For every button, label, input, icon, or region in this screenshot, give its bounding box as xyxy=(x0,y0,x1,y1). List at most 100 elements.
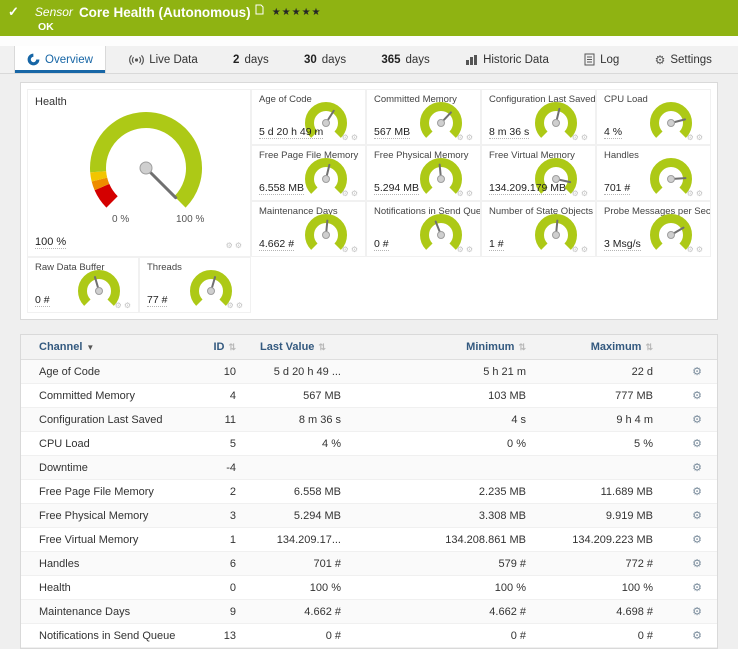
gauge-value[interactable]: 5.294 MB xyxy=(374,182,419,195)
channel-gauge-cell[interactable]: CPU Load 4 % ⚙⚙ xyxy=(596,89,711,145)
gauge-value[interactable]: 701 # xyxy=(604,182,630,195)
gauge-settings-icons[interactable]: ⚙⚙ xyxy=(572,133,590,142)
channel-settings-icon[interactable]: ⚙ xyxy=(692,510,702,522)
channel-gauge-cell[interactable]: Number of State Objects 1 # ⚙⚙ xyxy=(481,201,596,257)
column-header-channel[interactable]: Channel▼ xyxy=(21,335,196,360)
channel-gauge-cell[interactable]: Notifications in Send Queue 0 # ⚙⚙ xyxy=(366,201,481,257)
channel-gauge-cell[interactable]: Committed Memory 567 MB ⚙⚙ xyxy=(366,89,481,145)
channel-table-row[interactable]: Notifications in Send Queue 13 0 # 0 # 0… xyxy=(21,624,717,648)
gauge-settings-icons[interactable]: ⚙⚙ xyxy=(572,245,590,254)
channel-name[interactable]: Free Physical Memory xyxy=(21,504,196,528)
channel-table-row[interactable]: Maintenance Days 9 4.662 # 4.662 # 4.698… xyxy=(21,600,717,624)
gauge-settings-icons[interactable]: ⚙⚙ xyxy=(115,301,133,310)
gauge-settings-icons[interactable]: ⚙⚙ xyxy=(226,241,244,250)
tab-overview[interactable]: Overview xyxy=(14,46,106,73)
channel-settings-icon[interactable]: ⚙ xyxy=(692,366,702,378)
channel-name[interactable]: Committed Memory xyxy=(21,384,196,408)
channel-name[interactable]: Maintenance Days xyxy=(21,600,196,624)
channel-settings-icon[interactable]: ⚙ xyxy=(692,582,702,594)
channel-id: 3 xyxy=(196,504,244,528)
channel-settings-icon[interactable]: ⚙ xyxy=(692,606,702,618)
channel-table-row[interactable]: Free Virtual Memory 1 134.209.17... 134.… xyxy=(21,528,717,552)
channel-settings-icon[interactable]: ⚙ xyxy=(692,558,702,570)
priority-stars[interactable]: ★★★★★ xyxy=(272,7,322,18)
gauge-settings-icons[interactable]: ⚙⚙ xyxy=(457,245,475,254)
tab-30-days[interactable]: 30 days xyxy=(292,46,358,73)
channel-table-row[interactable]: Free Physical Memory 3 5.294 MB 3.308 MB… xyxy=(21,504,717,528)
tab-log[interactable]: Log xyxy=(572,46,631,73)
channel-last-value: 8 m 36 s xyxy=(244,408,349,432)
tab-live-data[interactable]: Live Data xyxy=(117,46,210,73)
column-header-minimum[interactable]: Minimum⇅ xyxy=(349,335,534,360)
gauge-value[interactable]: 0 # xyxy=(374,238,389,251)
column-header-id[interactable]: ID⇅ xyxy=(196,335,244,360)
gauge-settings-icons[interactable]: ⚙⚙ xyxy=(687,133,705,142)
tab-label: Log xyxy=(600,54,619,66)
channel-gauge-cell[interactable]: Free Virtual Memory 134.209.179 MB ⚙⚙ xyxy=(481,145,596,201)
gauge-settings-icons[interactable]: ⚙⚙ xyxy=(572,189,590,198)
tab-365-days[interactable]: 365 days xyxy=(369,46,441,73)
channel-table-row[interactable]: Free Page File Memory 2 6.558 MB 2.235 M… xyxy=(21,480,717,504)
gauge-settings-icons[interactable]: ⚙⚙ xyxy=(687,189,705,198)
channel-table-row[interactable]: Health 0 100 % 100 % 100 % ⚙ xyxy=(21,576,717,600)
channel-table-row[interactable]: Age of Code 10 5 d 20 h 49 ... 5 h 21 m … xyxy=(21,360,717,384)
channel-settings-icon[interactable]: ⚙ xyxy=(692,534,702,546)
gauge-settings-icons[interactable]: ⚙⚙ xyxy=(457,189,475,198)
gauge-value[interactable]: 6.558 MB xyxy=(259,182,304,195)
channel-gauge-cell[interactable]: Handles 701 # ⚙⚙ xyxy=(596,145,711,201)
channel-settings-icon[interactable]: ⚙ xyxy=(692,414,702,426)
tab-historic-data[interactable]: Historic Data xyxy=(453,46,561,73)
channel-name[interactable]: Notifications in Send Queue xyxy=(21,624,196,648)
channel-settings-icon[interactable]: ⚙ xyxy=(692,630,702,642)
gauge-value[interactable]: 1 # xyxy=(489,238,504,251)
tab-label: Live Data xyxy=(149,54,198,66)
channel-table-row[interactable]: CPU Load 5 4 % 0 % 5 % ⚙ xyxy=(21,432,717,456)
channel-name[interactable]: Free Page File Memory xyxy=(21,480,196,504)
channel-table-row[interactable]: Downtime -4 ⚙ xyxy=(21,456,717,480)
health-gauge-cell[interactable]: Health 0 % 100 % 100 % ⚙⚙ xyxy=(27,89,251,257)
channel-settings-icon[interactable]: ⚙ xyxy=(692,462,702,474)
gauge-settings-icons[interactable]: ⚙⚙ xyxy=(687,245,705,254)
channel-gauge-cell[interactable]: Free Page File Memory 6.558 MB ⚙⚙ xyxy=(251,145,366,201)
column-header-maximum[interactable]: Maximum⇅ xyxy=(534,335,677,360)
channel-name[interactable]: Age of Code xyxy=(21,360,196,384)
channel-name[interactable]: Health xyxy=(21,576,196,600)
channel-name[interactable]: Downtime xyxy=(21,456,196,480)
gauge-value[interactable]: 8 m 36 s xyxy=(489,126,529,139)
channel-gauge-cell[interactable]: Age of Code 5 d 20 h 49 m ⚙⚙ xyxy=(251,89,366,145)
gauge-settings-icons[interactable]: ⚙⚙ xyxy=(342,133,360,142)
gauge-settings-icons[interactable]: ⚙⚙ xyxy=(227,301,245,310)
channel-settings-icon[interactable]: ⚙ xyxy=(692,486,702,498)
channel-gauge-cell[interactable]: Configuration Last Saved 8 m 36 s ⚙⚙ xyxy=(481,89,596,145)
channel-table-row[interactable]: Configuration Last Saved 11 8 m 36 s 4 s… xyxy=(21,408,717,432)
gauge-value[interactable]: 100 % xyxy=(35,236,66,249)
gauge-value[interactable]: 4 % xyxy=(604,126,622,139)
channel-table-row[interactable]: Handles 6 701 # 579 # 772 # ⚙ xyxy=(21,552,717,576)
channel-table-row[interactable]: Committed Memory 4 567 MB 103 MB 777 MB … xyxy=(21,384,717,408)
channel-name[interactable]: Free Virtual Memory xyxy=(21,528,196,552)
gauge-value[interactable]: 5 d 20 h 49 m xyxy=(259,126,323,139)
channel-name[interactable]: CPU Load xyxy=(21,432,196,456)
gauge-settings-icons[interactable]: ⚙⚙ xyxy=(342,245,360,254)
channel-gauge-cell[interactable]: Maintenance Days 4.662 # ⚙⚙ xyxy=(251,201,366,257)
gauge-value[interactable]: 4.662 # xyxy=(259,238,294,251)
column-header-last-value[interactable]: Last Value⇅ xyxy=(244,335,349,360)
channel-name[interactable]: Configuration Last Saved xyxy=(21,408,196,432)
gauge-value[interactable]: 77 # xyxy=(147,294,167,307)
channel-gauge-cell[interactable]: Probe Messages per Second 3 Msg/s ⚙⚙ xyxy=(596,201,711,257)
channel-gauge-cell[interactable]: Threads 77 # ⚙⚙ xyxy=(139,257,251,313)
sensor-page-icon[interactable] xyxy=(255,4,264,15)
channel-name[interactable]: Handles xyxy=(21,552,196,576)
gauge-value[interactable]: 134.209.179 MB xyxy=(489,182,566,195)
channel-settings-icon[interactable]: ⚙ xyxy=(692,438,702,450)
channel-gauge-cell[interactable]: Raw Data Buffer 0 # ⚙⚙ xyxy=(27,257,139,313)
gauge-value[interactable]: 0 # xyxy=(35,294,50,307)
tab-settings[interactable]: ⚙ Settings xyxy=(643,46,724,73)
gauge-value[interactable]: 567 MB xyxy=(374,126,410,139)
gauge-settings-icons[interactable]: ⚙⚙ xyxy=(342,189,360,198)
gauge-settings-icons[interactable]: ⚙⚙ xyxy=(457,133,475,142)
gauge-value[interactable]: 3 Msg/s xyxy=(604,238,641,251)
channel-gauge-cell[interactable]: Free Physical Memory 5.294 MB ⚙⚙ xyxy=(366,145,481,201)
channel-settings-icon[interactable]: ⚙ xyxy=(692,390,702,402)
tab-2-days[interactable]: 2 days xyxy=(221,46,281,73)
